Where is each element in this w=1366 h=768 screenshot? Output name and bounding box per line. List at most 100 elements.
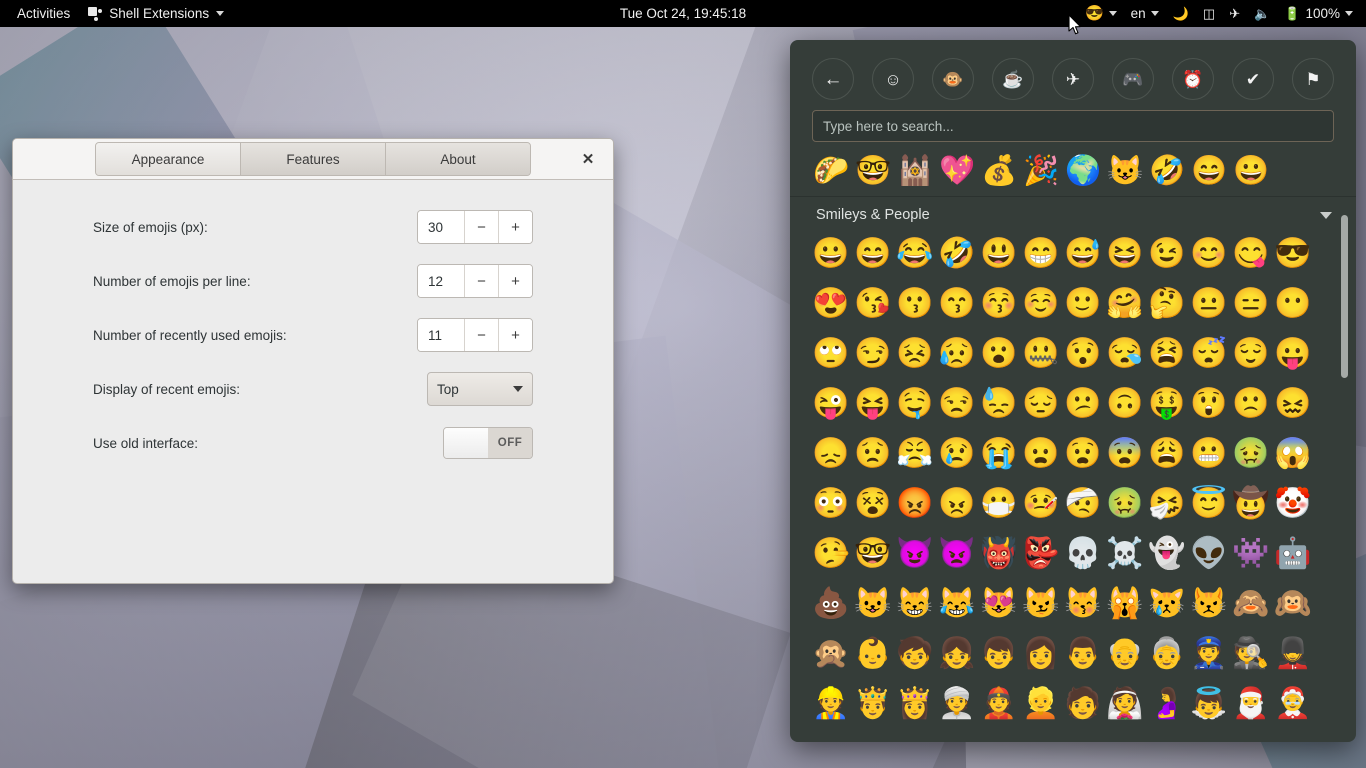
tab-about[interactable]: About: [386, 143, 530, 175]
recent-emoji[interactable]: 😺: [1104, 152, 1146, 190]
emoji-cell[interactable]: 😥: [936, 329, 978, 379]
emoji-cell[interactable]: 🤖: [1272, 529, 1314, 579]
emoji-cell[interactable]: 😡: [894, 479, 936, 529]
emoji-cell[interactable]: 👰: [1104, 679, 1146, 729]
emoji-cell[interactable]: 😍: [810, 279, 852, 329]
emoji-cell[interactable]: 😸: [894, 579, 936, 629]
emoji-cell[interactable]: 😝: [852, 379, 894, 429]
emoji-size-stepper[interactable]: 30 − +: [417, 210, 533, 244]
emoji-cell[interactable]: 😛: [1272, 329, 1314, 379]
emoji-cell[interactable]: 👱: [1020, 679, 1062, 729]
emoji-cell[interactable]: 🤣: [936, 229, 978, 279]
tab-features[interactable]: Features: [241, 143, 386, 175]
search-input[interactable]: [812, 110, 1334, 142]
app-menu-button[interactable]: Shell Extensions: [79, 0, 233, 27]
emoji-cell[interactable]: 👷: [810, 679, 852, 729]
vertical-scrollbar[interactable]: [1341, 215, 1348, 695]
emoji-cell[interactable]: 👮: [1188, 629, 1230, 679]
emoji-cell[interactable]: 👸: [894, 679, 936, 729]
emoji-cell[interactable]: 🤴: [852, 679, 894, 729]
emoji-cell[interactable]: 👹: [978, 529, 1020, 579]
emoji-cell[interactable]: 😃: [978, 229, 1020, 279]
emoji-cell[interactable]: 😯: [1062, 329, 1104, 379]
emoji-cell[interactable]: 😠: [936, 479, 978, 529]
emoji-size-plus-button[interactable]: +: [498, 211, 532, 243]
emoji-cell[interactable]: 😕: [1062, 379, 1104, 429]
food-drink-icon[interactable]: ☕: [992, 58, 1034, 100]
emoji-cell[interactable]: 🤰: [1146, 679, 1188, 729]
recent-emoji[interactable]: 🤣: [1146, 152, 1188, 190]
emoji-cell[interactable]: 🤐: [1020, 329, 1062, 379]
symbols-icon[interactable]: ✔: [1232, 58, 1274, 100]
section-header-smileys-people[interactable]: Smileys & People: [790, 197, 1356, 229]
tab-appearance[interactable]: Appearance: [96, 143, 241, 175]
emoji-cell[interactable]: 😷: [978, 479, 1020, 529]
emojis-per-line-stepper[interactable]: 12 − +: [417, 264, 533, 298]
emoji-cell[interactable]: 🤒: [1020, 479, 1062, 529]
emoji-cell[interactable]: 😘: [852, 279, 894, 329]
emoji-cell[interactable]: 👵: [1146, 629, 1188, 679]
emoji-cell[interactable]: 🤕: [1062, 479, 1104, 529]
emoji-cell[interactable]: 🤑: [1146, 379, 1188, 429]
emoji-cell[interactable]: 👿: [936, 529, 978, 579]
emoji-cell[interactable]: 😪: [1104, 329, 1146, 379]
animals-nature-icon[interactable]: 🐵: [932, 58, 974, 100]
emoji-cell[interactable]: ☠️: [1104, 529, 1146, 579]
emoji-cell[interactable]: 😦: [1020, 429, 1062, 479]
emoji-cell[interactable]: 😻: [978, 579, 1020, 629]
emoji-cell[interactable]: 😄: [852, 229, 894, 279]
emoji-cell[interactable]: 🎅: [1230, 679, 1272, 729]
emoji-cell[interactable]: 😵: [852, 479, 894, 529]
emoji-cell[interactable]: 🙀: [1104, 579, 1146, 629]
emoji-cell[interactable]: 😊: [1188, 229, 1230, 279]
emoji-cell[interactable]: 😈: [894, 529, 936, 579]
emoji-cell[interactable]: 🙂: [1062, 279, 1104, 329]
emoji-cell[interactable]: 👻: [1146, 529, 1188, 579]
emoji-size-minus-button[interactable]: −: [464, 211, 498, 243]
emoji-size-value[interactable]: 30: [418, 211, 464, 243]
emoji-cell[interactable]: 🙉: [1272, 579, 1314, 629]
recent-emoji[interactable]: 😄: [1188, 152, 1230, 190]
emoji-cell[interactable]: 🙄: [810, 329, 852, 379]
recent-emoji[interactable]: 💖: [936, 152, 978, 190]
emoji-cell[interactable]: 👴: [1104, 629, 1146, 679]
emoji-scroll-area[interactable]: Smileys & People 😀😄😂🤣😃😁😅😆😉😊😋😎😍😘😗😙😚☺️🙂🤗🤔😐…: [790, 197, 1356, 742]
volume-indicator[interactable]: 🔈: [1247, 0, 1277, 27]
emoji-cell[interactable]: 👶: [852, 629, 894, 679]
emoji-cell[interactable]: 🙁: [1230, 379, 1272, 429]
emoji-cell[interactable]: 👧: [936, 629, 978, 679]
recent-emoji[interactable]: 💰: [978, 152, 1020, 190]
emoji-cell[interactable]: 🕵️: [1230, 629, 1272, 679]
emoji-cell[interactable]: 💩: [810, 579, 852, 629]
emoji-cell[interactable]: 👲: [978, 679, 1020, 729]
emoji-cell[interactable]: 😟: [852, 429, 894, 479]
emoji-cell[interactable]: 🙊: [810, 629, 852, 679]
emoji-indicator-button[interactable]: 😎: [1078, 0, 1124, 27]
emoji-cell[interactable]: 💂: [1272, 629, 1314, 679]
recent-count-plus-button[interactable]: +: [498, 319, 532, 351]
recent-count-stepper[interactable]: 11 − +: [417, 318, 533, 352]
flags-icon[interactable]: ⚑: [1292, 58, 1334, 100]
battery-indicator[interactable]: 🔋 100%: [1277, 0, 1360, 27]
emoji-cell[interactable]: 🤧: [1146, 479, 1188, 529]
emoji-cell[interactable]: 😆: [1104, 229, 1146, 279]
old-interface-switch[interactable]: OFF: [443, 427, 533, 459]
emoji-cell[interactable]: 😙: [936, 279, 978, 329]
emoji-cell[interactable]: 😽: [1062, 579, 1104, 629]
emoji-cell[interactable]: 🤤: [894, 379, 936, 429]
smileys-people-icon[interactable]: ☺: [872, 58, 914, 100]
emojis-per-line-plus-button[interactable]: +: [498, 265, 532, 297]
system-menu-button[interactable]: 🌙: [1166, 0, 1196, 27]
emoji-cell[interactable]: 🙈: [1230, 579, 1272, 629]
emoji-cell[interactable]: 👩: [1020, 629, 1062, 679]
activities-button[interactable]: Activities: [8, 0, 79, 27]
emoji-cell[interactable]: 😣: [894, 329, 936, 379]
recent-emoji[interactable]: 🌍: [1062, 152, 1104, 190]
emoji-cell[interactable]: 🤢: [1230, 429, 1272, 479]
emoji-cell[interactable]: 👽: [1188, 529, 1230, 579]
emoji-cell[interactable]: 😳: [810, 479, 852, 529]
emoji-cell[interactable]: 😚: [978, 279, 1020, 329]
emoji-cell[interactable]: 🤓: [852, 529, 894, 579]
emoji-cell[interactable]: 😧: [1062, 429, 1104, 479]
emoji-cell[interactable]: 😢: [936, 429, 978, 479]
